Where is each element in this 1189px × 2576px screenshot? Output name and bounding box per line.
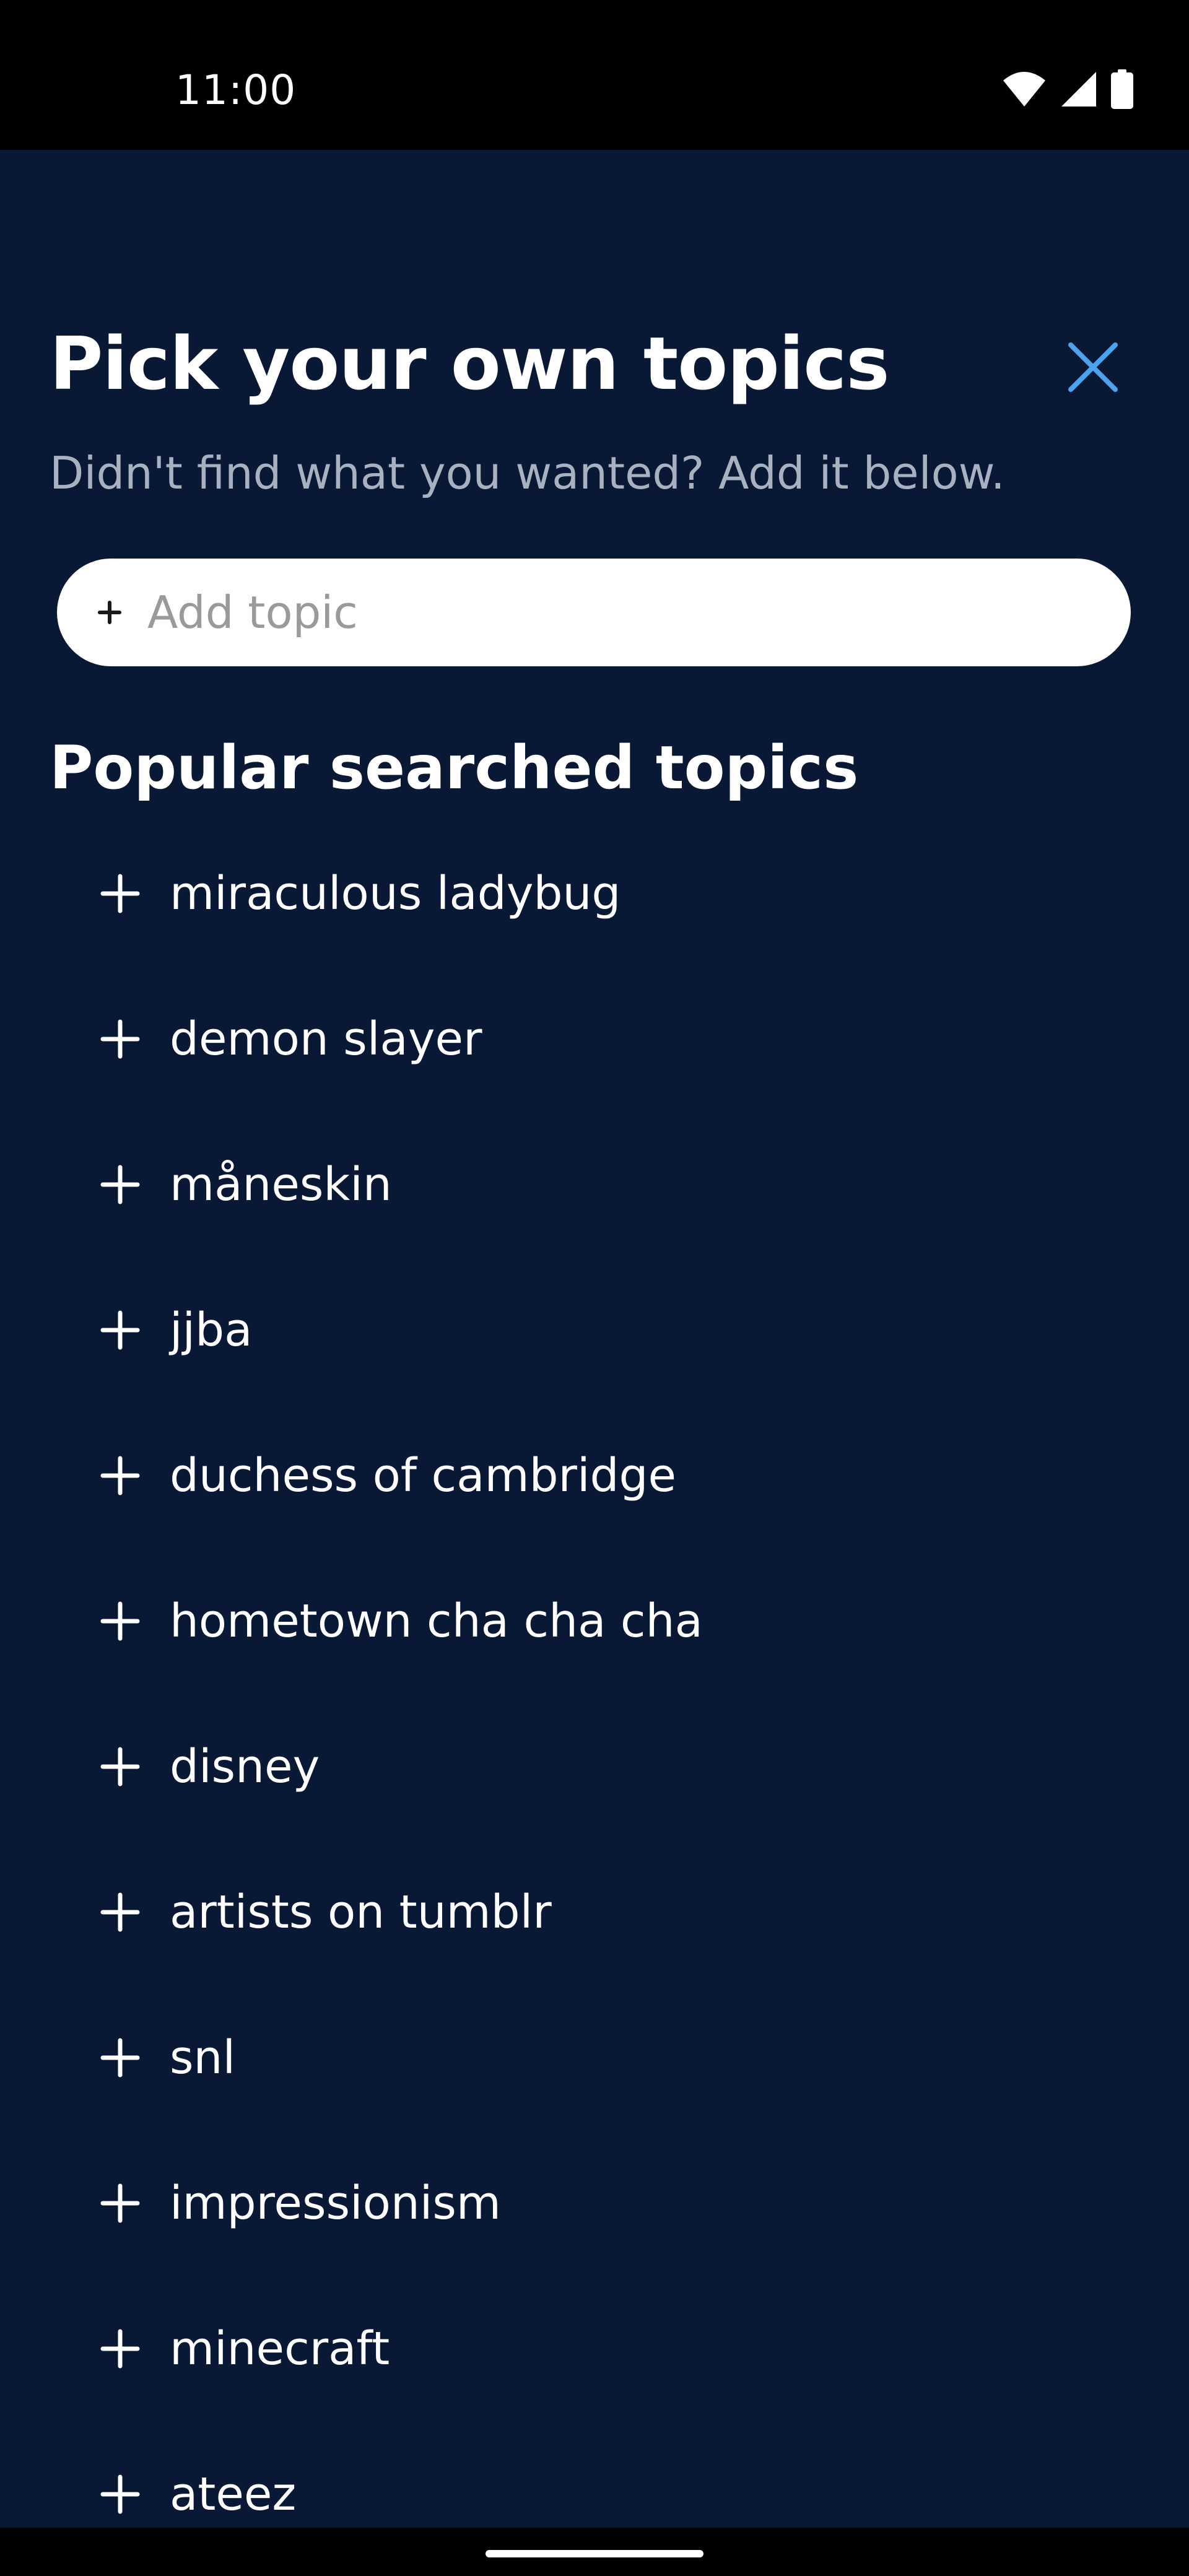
topic-item[interactable]: duchess of cambridge xyxy=(0,1403,1189,1548)
close-icon xyxy=(1067,341,1119,396)
plus-icon xyxy=(98,1308,142,1352)
topic-item[interactable]: snl xyxy=(0,1985,1189,2130)
topic-label: snl xyxy=(170,2030,236,2084)
plus-icon xyxy=(98,2035,142,2080)
topic-label: impressionism xyxy=(170,2176,501,2230)
topic-item[interactable]: artists on tumblr xyxy=(0,1839,1189,1985)
add-topic-input[interactable] xyxy=(147,575,1076,650)
topic-label: hometown cha cha cha xyxy=(170,1594,703,1648)
topic-item[interactable]: jjba xyxy=(0,1257,1189,1403)
topic-item[interactable]: minecraft xyxy=(0,2276,1189,2421)
popular-topics-list: miraculous ladybug demon slayer måneskin jj… xyxy=(0,820,1189,2567)
status-time: 11:00 xyxy=(175,66,297,114)
cellular-signal-icon xyxy=(1060,71,1097,108)
topic-item[interactable]: måneskin xyxy=(0,1112,1189,1257)
popular-topics-heading: Popular searched topics xyxy=(50,733,859,803)
topic-label: miraculous ladybug xyxy=(170,866,621,920)
topic-label: måneskin xyxy=(170,1157,392,1211)
topic-label: duchess of cambridge xyxy=(170,1448,677,1502)
topic-item[interactable]: demon slayer xyxy=(0,966,1189,1112)
page-title: Pick your own topics xyxy=(50,321,889,406)
topic-item[interactable]: hometown cha cha cha xyxy=(0,1548,1189,1694)
plus-icon xyxy=(98,1017,142,1061)
topic-label: minecraft xyxy=(170,2321,390,2375)
plus-icon xyxy=(98,871,142,916)
topic-label: jjba xyxy=(170,1303,253,1357)
plus-icon xyxy=(98,1599,142,1643)
close-button[interactable] xyxy=(1059,334,1127,402)
topic-label: ateez xyxy=(170,2467,297,2521)
home-indicator[interactable] xyxy=(486,2550,703,2557)
add-topic-field[interactable] xyxy=(57,559,1131,666)
plus-icon xyxy=(98,1744,142,1789)
plus-icon xyxy=(94,597,125,628)
plus-icon xyxy=(98,1453,142,1498)
topic-item[interactable]: disney xyxy=(0,1694,1189,1839)
topic-label: demon slayer xyxy=(170,1012,482,1066)
plus-icon xyxy=(98,2326,142,2371)
plus-icon xyxy=(98,2181,142,2226)
plus-icon xyxy=(98,1890,142,1934)
page-subtitle: Didn't find what you wanted? Add it belo… xyxy=(50,447,1005,499)
battery-icon xyxy=(1111,69,1133,109)
wifi-icon xyxy=(1002,71,1047,108)
topic-label: artists on tumblr xyxy=(170,1885,552,1939)
topic-item[interactable]: impressionism xyxy=(0,2130,1189,2276)
status-bar: 11:00 xyxy=(0,0,1189,150)
status-icons xyxy=(1002,69,1133,109)
topic-label: disney xyxy=(170,1739,320,1793)
plus-icon xyxy=(98,2472,142,2517)
plus-icon xyxy=(98,1162,142,1207)
topic-item[interactable]: miraculous ladybug xyxy=(0,820,1189,966)
